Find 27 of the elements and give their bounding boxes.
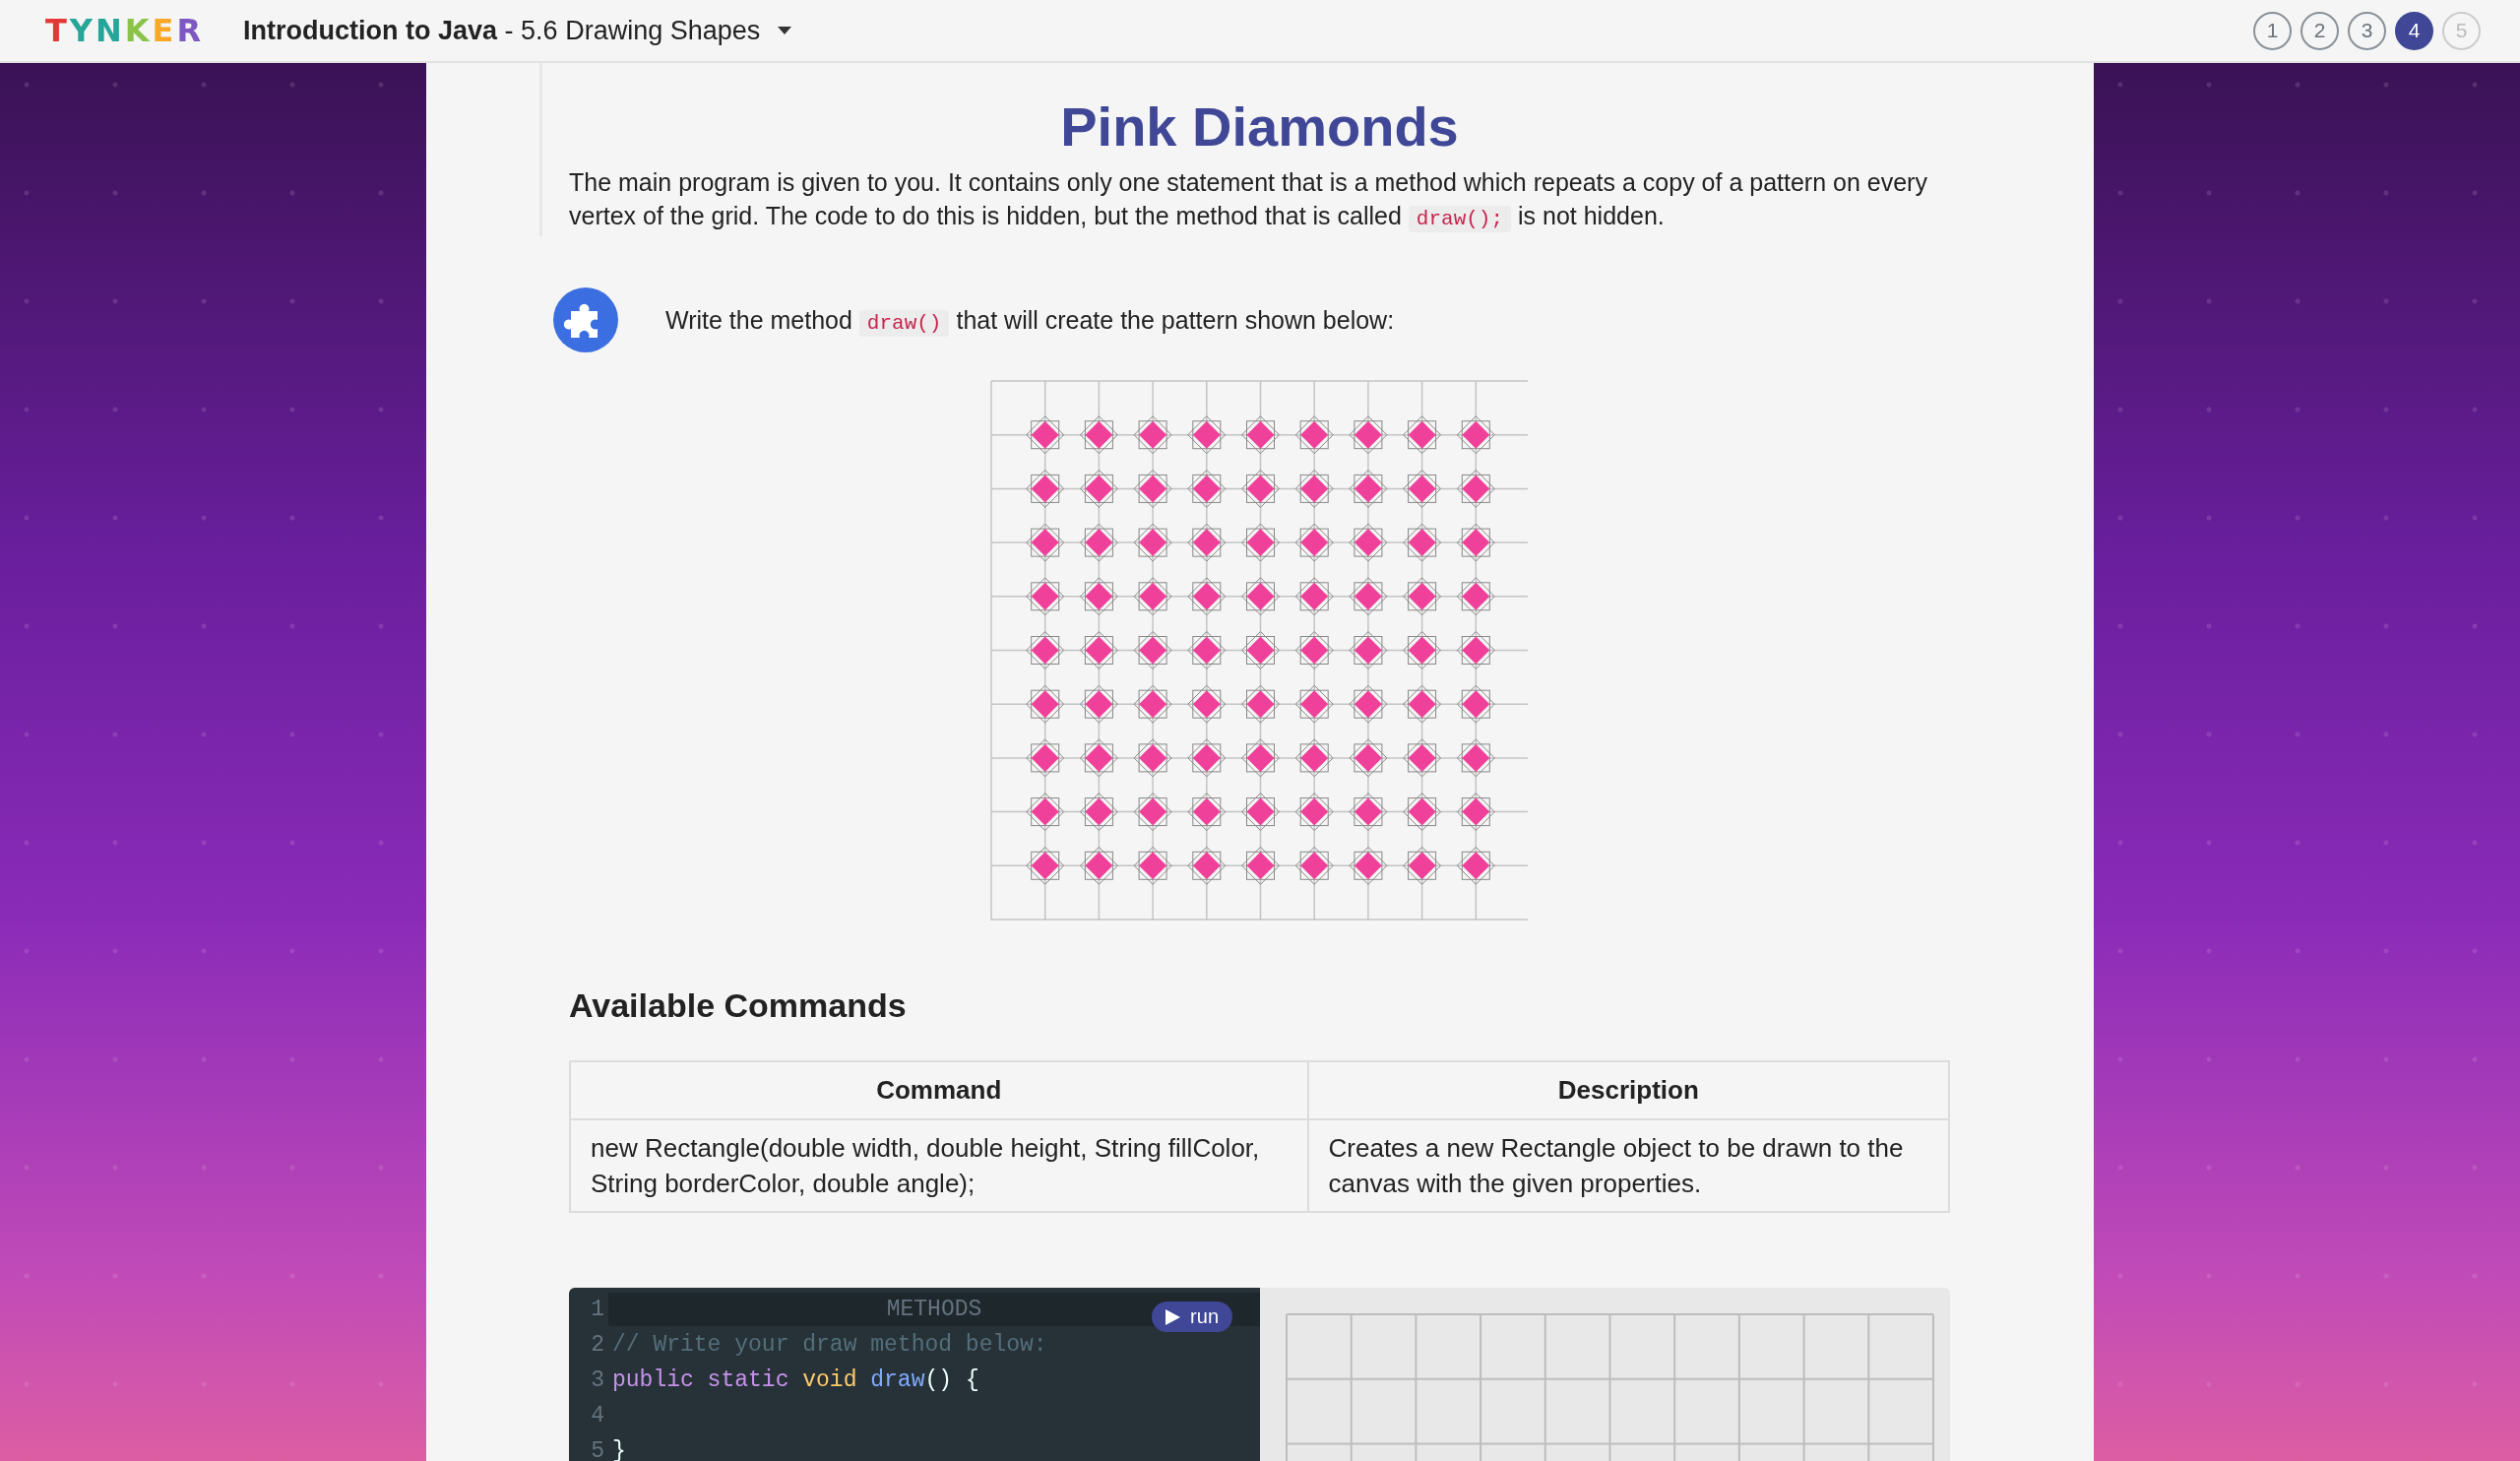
step-button[interactable]: 3 <box>2348 11 2386 50</box>
table-cell: Creates a new Rectangle object to be drawn to the canvas with the given properties. <box>1307 1119 1949 1212</box>
step-button[interactable]: 1 <box>2253 11 2292 50</box>
table-cell: new Rectangle(double width, double height, String fillColor, String borderColor, double angle); <box>570 1119 1308 1212</box>
step-button[interactable]: 4 <box>2395 11 2433 50</box>
section-heading: Available Commands <box>569 985 908 1026</box>
code-editor[interactable]: 1 METHODS 2 // Write your draw method below: 3 public static void draw() { 4 5 } run <box>569 1288 1260 1461</box>
intro-text: The main program is given to you. It contains only one statement that is a method which repeats a copy of a pattern on every vertex of the grid. The code to do this is hidden, but the method that is called draw(); is not hidden. <box>569 167 1928 234</box>
course-title-dropdown[interactable]: Introduction to Java - 5.6 Drawing Shapes <box>243 11 792 50</box>
line-number: 1 <box>590 1297 605 1322</box>
line-number: 3 <box>590 1367 605 1393</box>
code-line: } <box>611 1438 626 1461</box>
column-header: Description <box>1307 1061 1949 1119</box>
caret-icon <box>778 27 792 34</box>
run-button[interactable]: run <box>1152 1302 1232 1332</box>
logo[interactable]: TYNKER <box>45 12 205 49</box>
step-button[interactable]: 2 <box>2300 11 2339 50</box>
line-number: 2 <box>590 1332 605 1358</box>
task-text: Write the method draw() that will create the pattern shown below: <box>665 305 1395 339</box>
column-header: Command <box>570 1061 1308 1119</box>
puzzle-icon <box>553 287 618 352</box>
line-number: 4 <box>590 1403 605 1429</box>
code-line: public static void draw() { <box>611 1367 979 1393</box>
line-number: 5 <box>590 1438 605 1461</box>
lesson-title: Pink Diamonds <box>1059 95 1460 159</box>
play-icon <box>1166 1308 1181 1325</box>
code-line: // Write your draw method below: <box>611 1332 1047 1358</box>
